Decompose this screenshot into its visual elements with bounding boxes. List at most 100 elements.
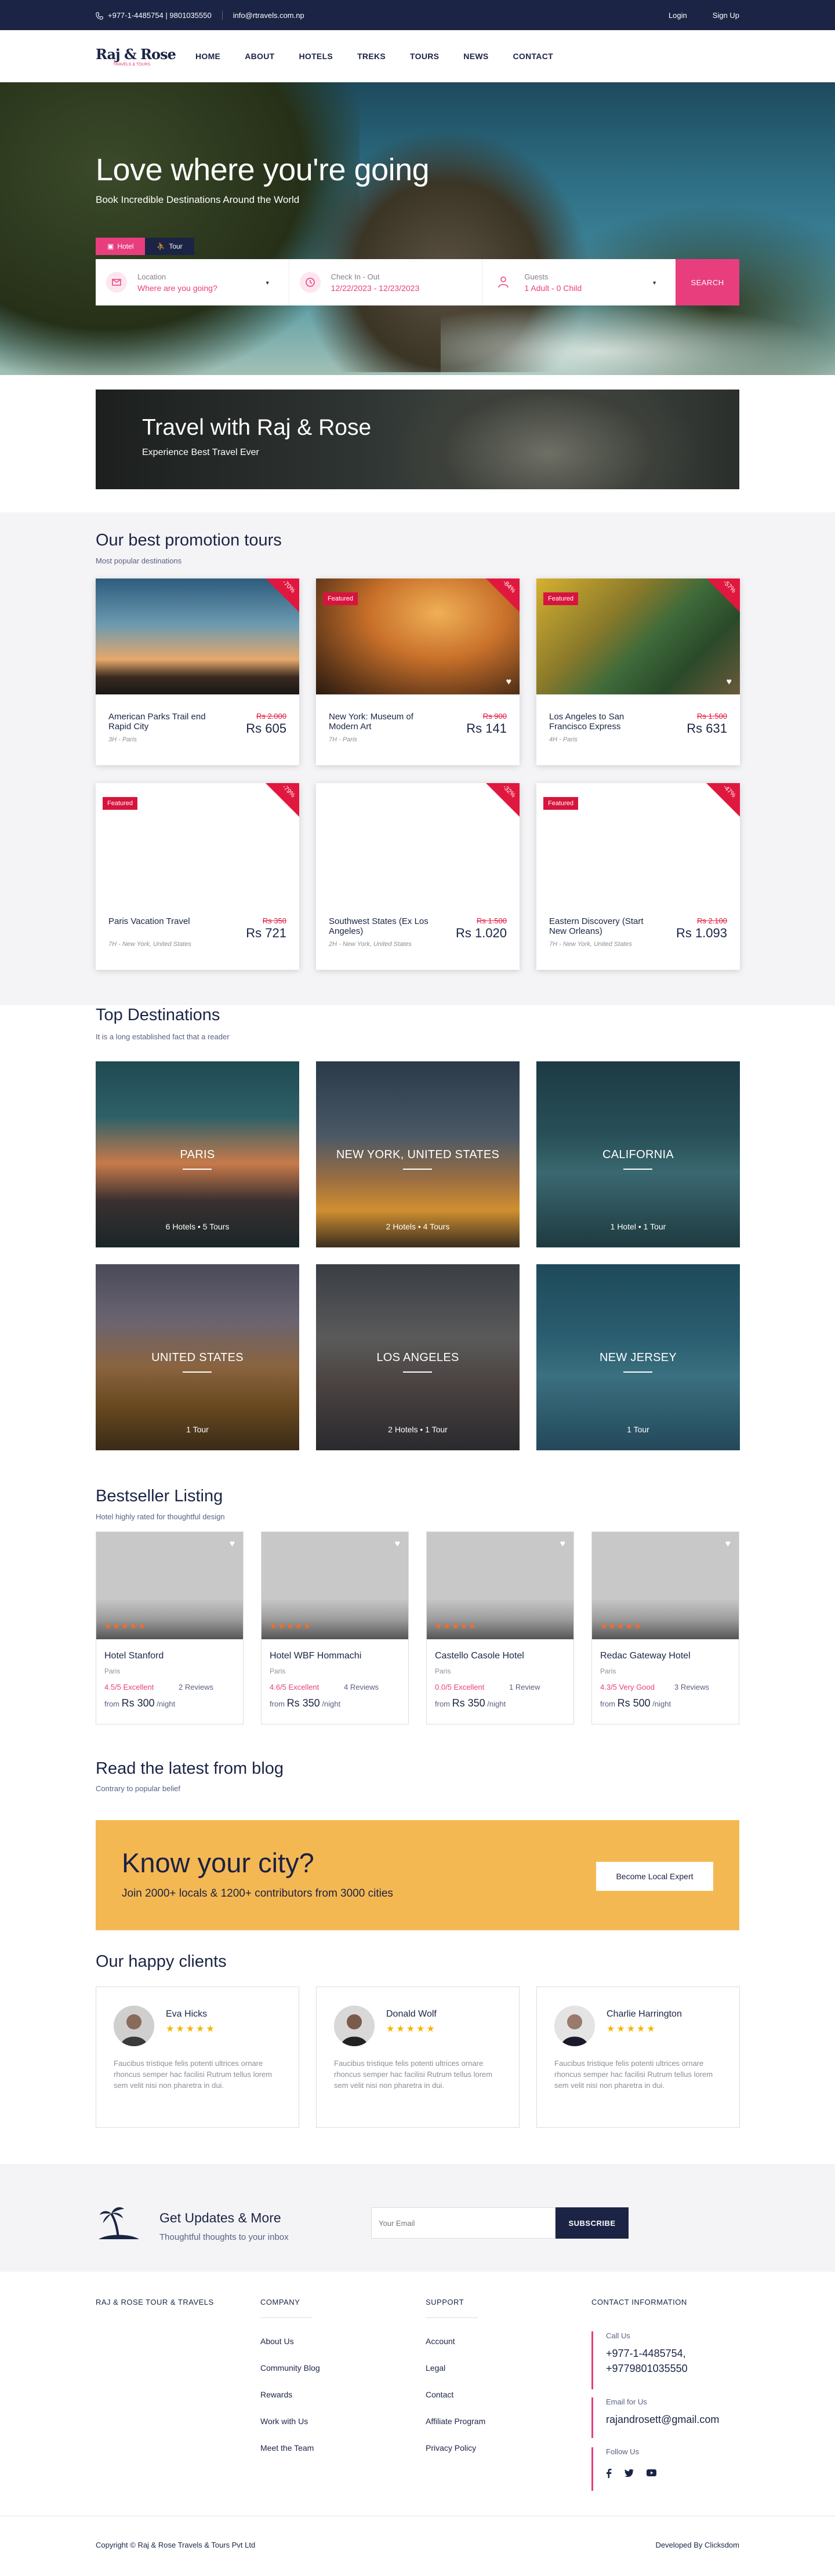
tour-name[interactable]: American Parks Trail end Rapid City: [108, 712, 219, 732]
tour-name[interactable]: New York: Museum of Modern Art: [329, 712, 439, 732]
footer-link[interactable]: Work with Us: [260, 2417, 308, 2426]
location-input[interactable]: Where are you going?: [137, 283, 217, 293]
location-field[interactable]: Location Where are you going? ▼: [96, 259, 289, 305]
nav-item-treks[interactable]: TREKS: [357, 52, 386, 61]
hotel-name[interactable]: Redac Gateway Hotel: [600, 1651, 691, 1661]
hotel-card[interactable]: ★★★★★ ♥ Castello Casole Hotel Paris 0.0/5…: [426, 1531, 574, 1724]
footer-link[interactable]: Contact: [426, 2390, 453, 2399]
promo-banner[interactable]: Travel with Raj & Rose Experience Best T…: [96, 390, 739, 489]
guests-field[interactable]: Guests 1 Adult - 0 Child ▼: [482, 259, 676, 305]
facebook-icon[interactable]: [606, 2469, 612, 2481]
footer-link[interactable]: About Us: [260, 2337, 294, 2346]
featured-badge: Featured: [543, 797, 579, 810]
testimonial-text: Faucibus tristique felis potenti ultrice…: [554, 2059, 713, 2090]
heart-icon[interactable]: ♥: [395, 1539, 401, 1549]
developer-credit[interactable]: Developed By Clicksdom: [655, 2541, 739, 2549]
destination-card[interactable]: CALIFORNIA 1 Hotel • 1 Tour: [536, 1061, 740, 1247]
tour-card[interactable]: -70% American Parks Trail end Rapid City…: [96, 578, 299, 765]
footer-link[interactable]: Legal: [426, 2363, 445, 2373]
nav-item-contact[interactable]: CONTACT: [513, 52, 553, 61]
tour-image: -32%: [316, 783, 520, 899]
destination-card[interactable]: NEW YORK, UNITED STATES 2 Hotels • 4 Tou…: [316, 1061, 520, 1247]
hotel-icon: ▣: [107, 242, 114, 250]
hotel-card[interactable]: ★★★★★ ♥ Redac Gateway Hotel Paris 4.3/5 V…: [591, 1531, 739, 1724]
hotel-city: Paris: [104, 1667, 121, 1675]
tour-card[interactable]: -32% Southwest States (Ex Los Angeles) 2…: [316, 783, 520, 970]
signup-link[interactable]: Sign Up: [713, 11, 739, 20]
nav-item-about[interactable]: ABOUT: [245, 52, 274, 61]
footer-link[interactable]: Rewards: [260, 2390, 292, 2399]
search-button[interactable]: SEARCH: [676, 259, 740, 305]
tab-tour-label: Tour: [169, 242, 183, 250]
star-rating: ★★★★★: [386, 2024, 437, 2034]
copyright: Copyright © Raj & Rose Travels & Tours P…: [96, 2541, 256, 2549]
checkin-input[interactable]: 12/22/2023 - 12/23/2023: [331, 283, 420, 293]
tour-card[interactable]: Featured -79% Paris Vacation Travel 7H -…: [96, 783, 299, 970]
topbar-phone[interactable]: +977-1-4485754 | 9801035550: [96, 10, 212, 20]
footer-email[interactable]: rajandrosett@gmail.com: [606, 2412, 719, 2427]
nav-item-tours[interactable]: TOURS: [410, 52, 439, 61]
location-label: Location: [137, 272, 166, 281]
logo[interactable]: Raj & Rose TRAVELS & TOURS: [96, 43, 176, 69]
nav-menu: HOME ABOUT HOTELS TREKS TOURS NEWS CONTA…: [195, 52, 553, 61]
divider: [222, 10, 223, 20]
nav-item-home[interactable]: HOME: [195, 52, 220, 61]
destination-card[interactable]: UNITED STATES 1 Tour: [96, 1264, 299, 1450]
tour-old-price: Rs 1.500: [476, 916, 507, 925]
client-name: Donald Wolf: [386, 2009, 437, 2019]
become-local-expert-button[interactable]: Become Local Expert: [596, 1862, 713, 1891]
destination-name: NEW YORK, UNITED STATES: [336, 1148, 500, 1161]
destination-card[interactable]: LOS ANGELES 2 Hotels • 1 Tour: [316, 1264, 520, 1450]
email-field[interactable]: [371, 2207, 556, 2239]
footer-link[interactable]: Meet the Team: [260, 2443, 314, 2453]
tour-card[interactable]: Featured -47% Eastern Discovery (Start N…: [536, 783, 740, 970]
tour-card[interactable]: Featured -84% ♥ New York: Museum of Mode…: [316, 578, 520, 765]
footer-phone[interactable]: +977-1-4485754, +9779801035550: [606, 2346, 688, 2376]
city-subtitle: Join 2000+ locals & 1200+ contributors f…: [122, 1887, 393, 1900]
hotel-card[interactable]: ★★★★★ ♥ Hotel WBF Hommachi Paris 4.6/5 Ex…: [261, 1531, 409, 1724]
tab-hotel[interactable]: ▣ Hotel: [96, 238, 146, 255]
tab-hotel-label: Hotel: [117, 242, 134, 250]
hotel-name[interactable]: Hotel WBF Hommachi: [270, 1651, 361, 1661]
tour-card[interactable]: Featured -57% ♥ Los Angeles to San Franc…: [536, 578, 740, 765]
footer-link[interactable]: Affiliate Program: [426, 2417, 485, 2426]
twitter-icon[interactable]: [625, 2469, 634, 2481]
nav-item-news[interactable]: NEWS: [463, 52, 488, 61]
footer-link[interactable]: Account: [426, 2337, 455, 2346]
tour-old-price: Rs 2.100: [696, 916, 727, 925]
hotel-rating: 4.3/5 Very Good: [600, 1683, 655, 1691]
subscribe-button[interactable]: SUBSCRIBE: [556, 2207, 629, 2239]
hotel-city: Paris: [600, 1667, 616, 1675]
hotel-price: from Rs 300 /night: [104, 1697, 176, 1709]
tour-name[interactable]: Southwest States (Ex Los Angeles): [329, 916, 439, 936]
tour-name[interactable]: Paris Vacation Travel: [108, 916, 219, 926]
hotel-name[interactable]: Hotel Stanford: [104, 1651, 164, 1661]
guests-input[interactable]: 1 Adult - 0 Child: [524, 283, 582, 293]
login-link[interactable]: Login: [669, 11, 687, 20]
youtube-icon[interactable]: [647, 2469, 656, 2481]
hotel-name[interactable]: Castello Casole Hotel: [435, 1651, 524, 1661]
destination-card[interactable]: PARIS 6 Hotels • 5 Tours: [96, 1061, 299, 1247]
tab-tour[interactable]: ⛹ Tour: [145, 238, 194, 255]
star-rating: ★★★★★: [600, 1621, 642, 1631]
hotel-card[interactable]: ★★★★★ ♥ Hotel Stanford Paris 4.5/5 Excell…: [96, 1531, 244, 1724]
tour-name[interactable]: Eastern Discovery (Start New Orleans): [549, 916, 659, 936]
heart-icon[interactable]: ♥: [727, 677, 732, 687]
heart-icon[interactable]: ♥: [560, 1539, 566, 1549]
banner-image: [397, 390, 699, 489]
nav-item-hotels[interactable]: HOTELS: [299, 52, 333, 61]
top-bar: +977-1-4485754 | 9801035550 info@rtravel…: [0, 0, 835, 30]
destination-count: 2 Hotels • 1 Tour: [388, 1425, 448, 1434]
destination-card[interactable]: NEW JERSEY 1 Tour: [536, 1264, 740, 1450]
footer-brand: RAJ & ROSE TOUR & TRAVELS: [96, 2298, 214, 2306]
checkin-field[interactable]: Check In - Out 12/22/2023 - 12/23/2023: [289, 259, 483, 305]
heart-icon[interactable]: ♥: [506, 677, 512, 687]
hotel-price: from Rs 350 /night: [435, 1697, 506, 1709]
heart-icon[interactable]: ♥: [725, 1539, 731, 1549]
topbar-email[interactable]: info@rtravels.com.np: [233, 11, 304, 20]
tour-name[interactable]: Los Angeles to San Francisco Express: [549, 712, 659, 732]
bestseller-subtitle: Hotel highly rated for thoughtful design: [96, 1512, 225, 1521]
footer-link[interactable]: Community Blog: [260, 2363, 320, 2373]
footer-link[interactable]: Privacy Policy: [426, 2443, 476, 2453]
heart-icon[interactable]: ♥: [230, 1539, 235, 1549]
